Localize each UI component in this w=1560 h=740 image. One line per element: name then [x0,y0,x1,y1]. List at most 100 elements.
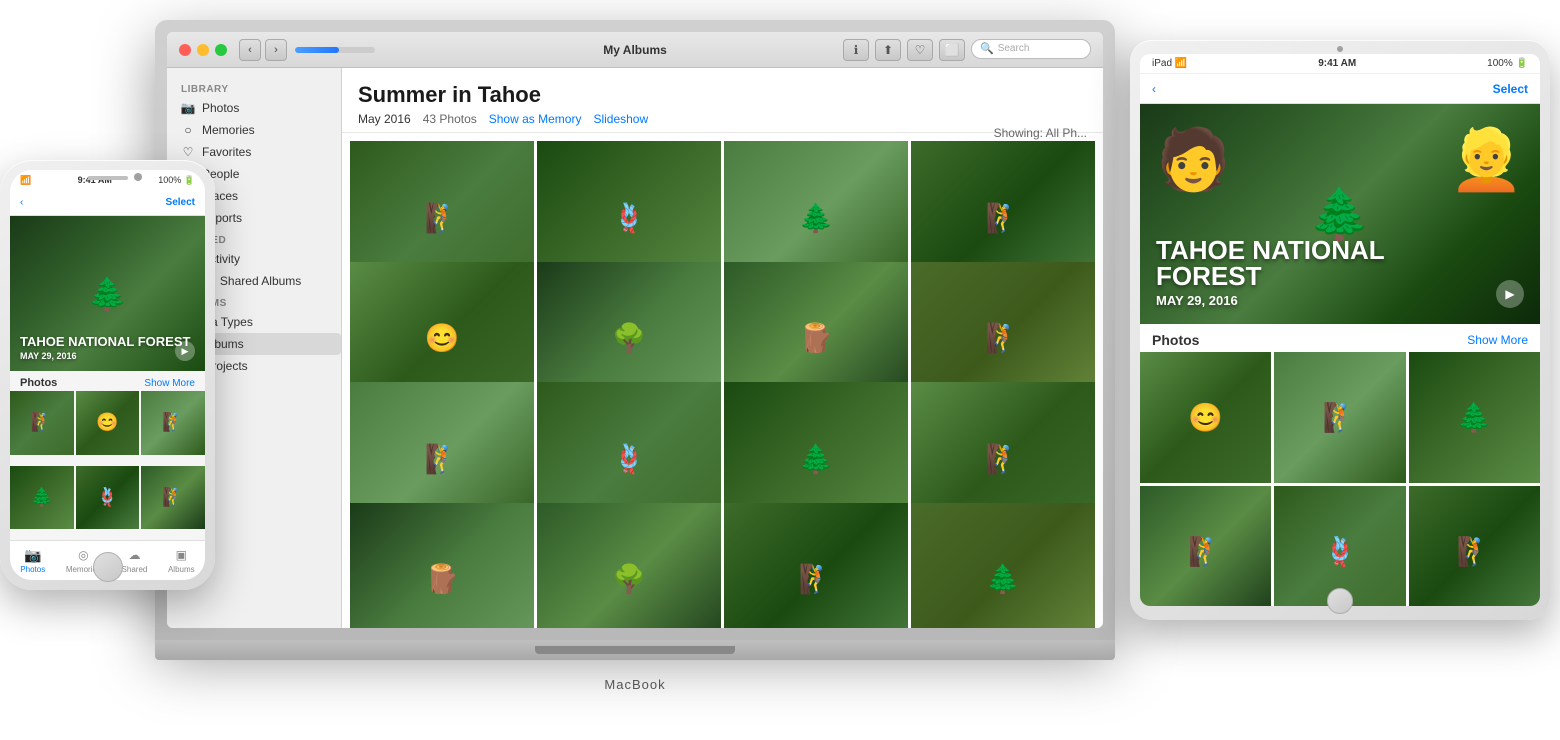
photo-person: 🌲 [986,563,1021,596]
forward-button[interactable]: › [265,39,287,61]
ipad-photos-section-title: Photos [1152,332,1199,348]
back-button[interactable]: ‹ [239,39,261,61]
iphone-select-button[interactable]: Select [166,197,195,208]
ipad-home-button[interactable] [1327,588,1353,614]
iphone-photo-cell[interactable]: 🌲 [10,466,74,530]
iphone-tab-albums[interactable]: ▣ Albums [168,547,195,574]
rotate-button[interactable]: ⬜ [939,39,965,61]
ipad-show-more-link[interactable]: Show More [1467,333,1528,347]
iphone-battery: 100% 🔋 [158,175,195,186]
iphone-show-more-link[interactable]: Show More [144,378,195,389]
photo-cell[interactable]: 🌳 [537,503,721,629]
albums-tab-icon: ▣ [173,547,189,563]
photo-cell[interactable]: 🪵 [350,503,534,629]
photo-person: 🧗 [425,442,460,475]
search-placeholder: Search [998,43,1030,54]
photo-person: 🧗 [799,563,834,596]
ipad-hero-date: MAY 29, 2016 [1156,293,1385,308]
iphone-photo-cell[interactable]: 😊 [76,391,140,455]
iphone-photo-cell[interactable]: 🧗 [141,391,205,455]
ipad-screen: iPad 📶 9:41 AM 100% 🔋 ‹ Select 🌲 🧑 👱 TAH… [1140,54,1540,606]
library-label: Library [167,78,341,97]
iphone-photo-grid: 🧗 😊 🧗 🌲 🪢 🧗 [10,391,205,540]
iphone-shell: 📶 9:41 AM 100% 🔋 ‹ Select 🌲 TAHOE NATION… [0,160,215,590]
iphone-status-bar: 📶 9:41 AM 100% 🔋 [10,170,205,190]
iphone-speaker [88,176,128,180]
iphone-back-button[interactable]: ‹ [20,197,23,208]
progress-fill [295,47,339,53]
maximize-button[interactable] [215,44,227,56]
iphone-tab-photos[interactable]: 📷 Photos [20,547,45,574]
favorites-icon: ♡ [181,145,195,159]
photo-person: 🧗 [425,201,460,234]
search-icon: 🔍 [980,42,994,55]
photo-cell[interactable]: 🌲 [911,503,1095,629]
sidebar-item-photos[interactable]: 📷 Photos [167,97,341,119]
ipad-hero-title: TAHOE NATIONALFOREST [1156,237,1385,289]
minimize-button[interactable] [197,44,209,56]
ipad-hero: 🌲 🧑 👱 TAHOE NATIONALFOREST MAY 29, 2016 … [1140,104,1540,324]
iphone-photo-cell[interactable]: 🧗 [10,391,74,455]
showing-label: Showing: All Ph... [994,126,1087,140]
show-as-memory-link[interactable]: Show as Memory [489,112,582,126]
ipad-battery: 100% 🔋 [1487,58,1528,69]
ipad-time: 9:41 AM [1318,58,1356,69]
photo-person: 🪢 [612,201,647,234]
ipad-back-button[interactable]: ‹ [1152,82,1156,96]
album-title: Summer in Tahoe [358,82,1087,108]
macbook-notch [535,646,735,654]
ipad-photo-cell[interactable]: 🧗 [1274,352,1405,483]
album-count: 43 Photos [423,112,477,126]
iphone-hero: 🌲 TAHOE NATIONAL FOREST MAY 29, 2016 ▶ [10,216,205,371]
ipad-status-bar: iPad 📶 9:41 AM 100% 🔋 [1140,54,1540,74]
window-controls [179,44,227,56]
heart-button[interactable]: ♡ [907,39,933,61]
memories-icon: ○ [181,123,195,137]
iphone-hero-title: TAHOE NATIONAL FOREST [20,335,190,349]
macbook-body: ‹ › My Albums ℹ ⬆ ♡ ⬜ 🔍 Search [155,20,1115,640]
photos-tab-icon: 📷 [25,547,41,563]
photo-person: 🌳 [612,563,647,596]
photos-app: ‹ › My Albums ℹ ⬆ ♡ ⬜ 🔍 Search [167,32,1103,628]
iphone-camera [134,173,142,181]
sidebar-favorites-label: Favorites [202,145,251,159]
ipad-photo-cell[interactable]: 😊 [1140,352,1271,483]
memories-tab-icon: ◎ [75,547,91,563]
iphone-tab-shared-label: Shared [122,565,148,574]
iphone-screen: 📶 9:41 AM 100% 🔋 ‹ Select 🌲 TAHOE NATION… [10,170,205,580]
search-box[interactable]: 🔍 Search [971,39,1091,59]
iphone-photo-cell[interactable]: 🧗 [141,466,205,530]
ipad-photo-grid: 😊 🧗 🌲 🧗 🪢 🧗 [1140,352,1540,606]
ipad-device: iPad 📶 9:41 AM 100% 🔋 ‹ Select 🌲 🧑 👱 TAH… [1130,40,1550,620]
share-button[interactable]: ⬆ [875,39,901,61]
shared-tab-icon: ☁ [126,547,142,563]
info-button[interactable]: ℹ [843,39,869,61]
iphone-nav-bar: ‹ Select [10,190,205,216]
nav-buttons: ‹ › [239,39,287,61]
ipad-nav-bar: ‹ Select [1140,74,1540,104]
photo-grid: 🧗 🪢 🌲 🧗 😊 ♡ 🌳 🪵 [342,133,1103,628]
photo-cell[interactable]: 🧗 [724,503,908,629]
iphone-hero-overlay: TAHOE NATIONAL FOREST MAY 29, 2016 [20,335,190,361]
macbook-device: ‹ › My Albums ℹ ⬆ ♡ ⬜ 🔍 Search [155,20,1115,700]
iphone-device: 📶 9:41 AM 100% 🔋 ‹ Select 🌲 TAHOE NATION… [0,160,215,590]
macbook-screen: ‹ › My Albums ℹ ⬆ ♡ ⬜ 🔍 Search [167,32,1103,628]
album-meta: May 2016 43 Photos Show as Memory Slides… [358,112,1087,126]
slideshow-link[interactable]: Slideshow [593,112,648,126]
ipad-photo-cell[interactable]: 🧗 [1409,486,1540,606]
iphone-play-button[interactable]: ▶ [175,341,195,361]
iphone-tab-albums-label: Albums [168,565,195,574]
sidebar-photos-label: Photos [202,101,239,115]
ipad-play-button[interactable]: ▶ [1496,280,1524,308]
ipad-photo-cell[interactable]: 🧗 [1140,486,1271,606]
iphone-tab-shared[interactable]: ☁ Shared [122,547,148,574]
ipad-select-button[interactable]: Select [1493,82,1528,96]
iphone-photo-cell[interactable]: 🪢 [76,466,140,530]
album-date: May 2016 [358,112,411,126]
ipad-photo-cell[interactable]: 🌲 [1409,352,1540,483]
app-body: Library 📷 Photos ○ Memories ♡ Favorites [167,68,1103,628]
iphone-home-button[interactable] [93,552,123,582]
close-button[interactable] [179,44,191,56]
sidebar-memories-label: Memories [202,123,255,137]
sidebar-item-memories[interactable]: ○ Memories [167,119,341,141]
